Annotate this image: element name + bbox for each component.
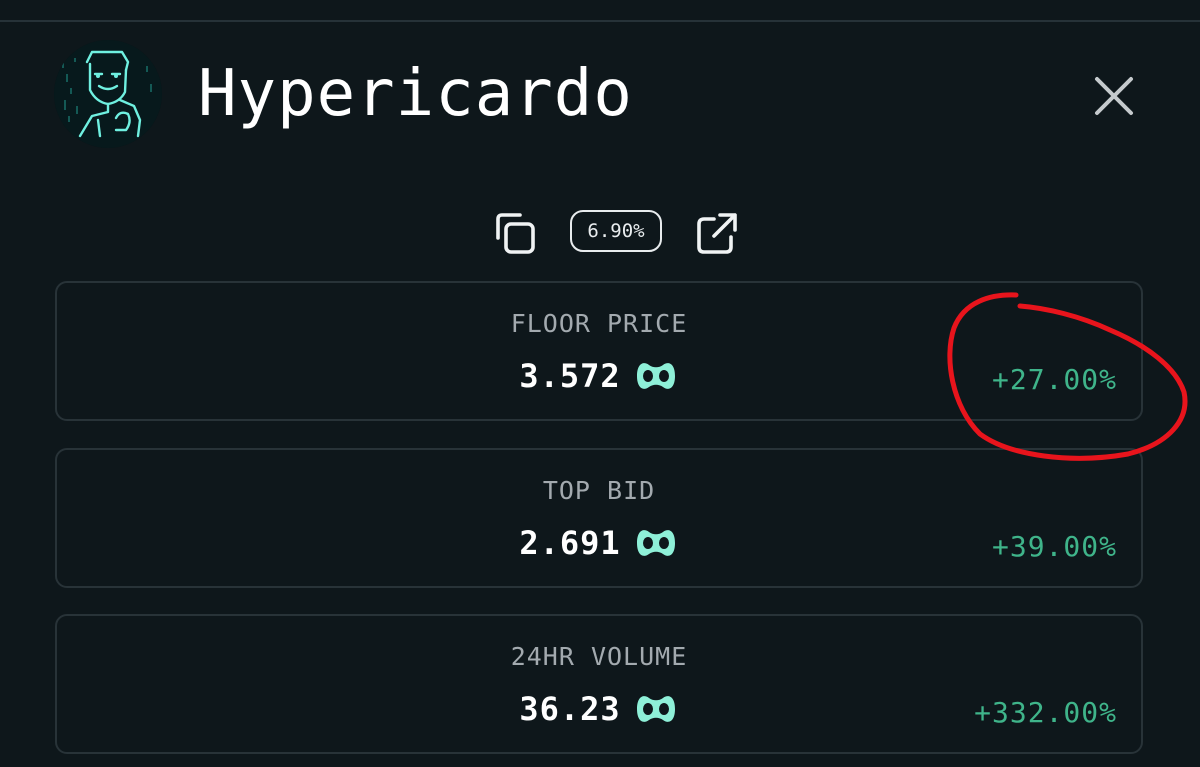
stat-change: +39.00% (991, 530, 1117, 563)
stat-change: +27.00% (991, 363, 1117, 396)
copy-button[interactable] (492, 210, 538, 256)
stat-label: TOP BID (542, 476, 656, 505)
volume-24hr-card: 24HR VOLUME 36.23 +332.00% (55, 614, 1143, 754)
close-button[interactable] (1092, 74, 1136, 118)
collection-title: Hypericardo (198, 57, 633, 131)
hype-token-icon (636, 530, 675, 556)
collection-toolbar: 6.90% (0, 206, 1200, 258)
collection-panel: Hypericardo 6.90% FLOOR PRICE 3.572 +27.… (0, 0, 1200, 767)
stat-value-row: 2.691 (57, 524, 1141, 562)
stat-label: FLOOR PRICE (510, 309, 688, 338)
royalty-badge: 6.90% (570, 210, 662, 252)
stat-value: 2.691 (519, 524, 621, 562)
stat-change: +332.00% (974, 696, 1117, 729)
external-link-icon (697, 213, 737, 254)
close-icon (1095, 77, 1133, 115)
top-divider (0, 20, 1200, 22)
collection-header: Hypericardo (54, 40, 1146, 150)
hype-token-icon (636, 696, 675, 722)
stat-value: 36.23 (519, 690, 621, 728)
floor-price-card: FLOOR PRICE 3.572 +27.00% (55, 281, 1143, 421)
stat-value: 3.572 (519, 357, 621, 395)
stat-value-row: 3.572 (57, 357, 1141, 395)
external-link-button[interactable] (694, 210, 740, 256)
stat-label: 24HR VOLUME (510, 642, 688, 671)
copy-icon (496, 213, 535, 254)
collection-avatar (54, 40, 162, 148)
hype-token-icon (636, 363, 675, 389)
top-bid-card: TOP BID 2.691 +39.00% (55, 448, 1143, 588)
